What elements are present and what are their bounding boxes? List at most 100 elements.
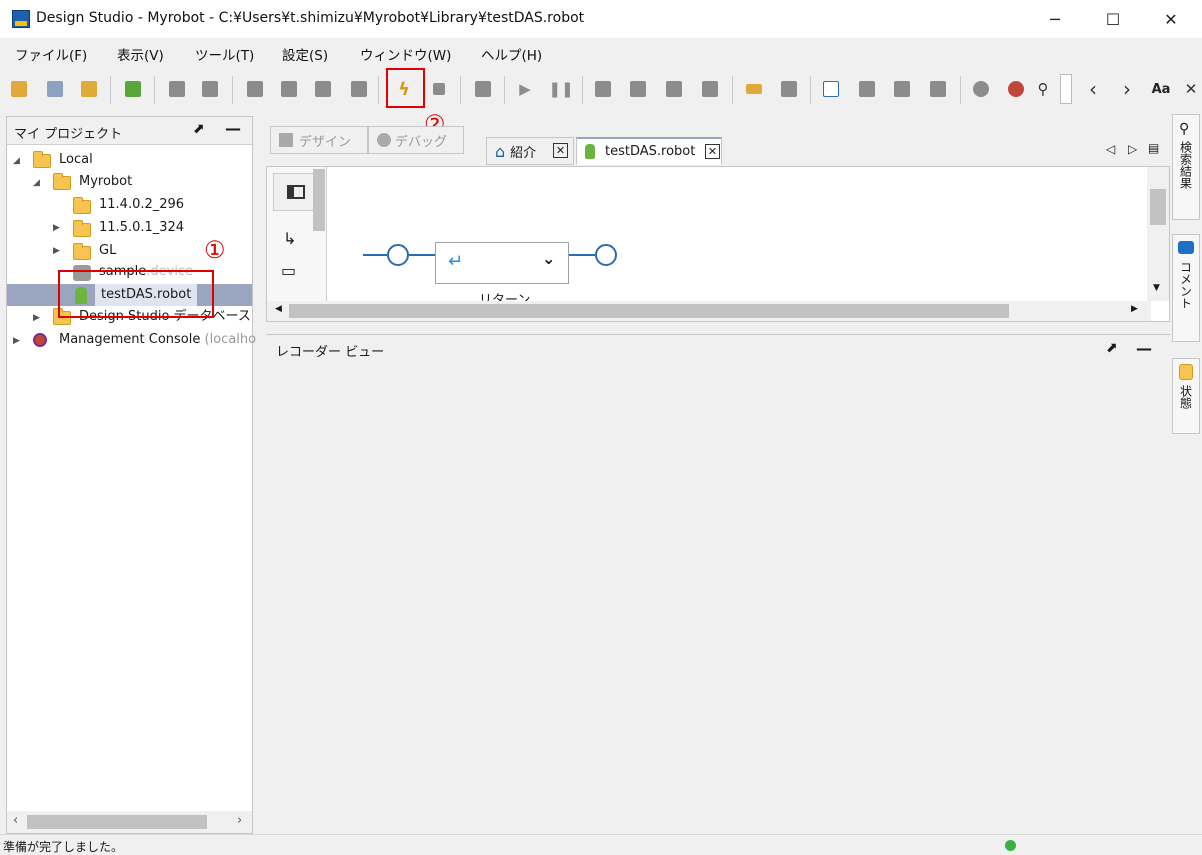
- detach-icon[interactable]: ⬈: [1106, 340, 1118, 356]
- minimize-panel-icon[interactable]: —: [1136, 339, 1152, 358]
- collapse-arrow-icon[interactable]: ▶: [53, 246, 60, 256]
- tab-design[interactable]: デザイン: [270, 126, 368, 154]
- scroll-thumb[interactable]: [1150, 189, 1166, 225]
- home-icon: ⌂: [495, 141, 506, 161]
- tab-list-icon[interactable]: ▤: [1148, 141, 1159, 155]
- tree-item-local[interactable]: Local: [59, 149, 93, 171]
- world-icon[interactable]: [1003, 76, 1029, 102]
- delete-icon[interactable]: [346, 76, 372, 102]
- expand-arrow-icon[interactable]: ◢: [33, 178, 40, 188]
- management-console-label: Management Console: [59, 332, 201, 347]
- tree-item-gl[interactable]: GL: [99, 240, 116, 262]
- tab-state[interactable]: 状態: [1172, 358, 1200, 434]
- undo-icon[interactable]: [164, 76, 190, 102]
- scroll-right-icon[interactable]: ▶: [1131, 304, 1138, 314]
- minimize-button[interactable]: ─: [1026, 0, 1084, 38]
- scroll-left-icon[interactable]: ◀: [275, 304, 282, 314]
- tab-search-results[interactable]: ⚲ 検索結果: [1172, 114, 1200, 220]
- menu-help[interactable]: ヘルプ(H): [481, 44, 542, 64]
- scroll-thumb[interactable]: [27, 815, 207, 829]
- recorder-title: レコーダー ビュー: [276, 345, 385, 360]
- copy-icon[interactable]: [242, 76, 268, 102]
- scroll-down-icon[interactable]: ▼: [1153, 283, 1160, 293]
- node-b-icon[interactable]: [925, 76, 951, 102]
- detach-icon[interactable]: ⬈: [193, 121, 205, 137]
- step-d-icon[interactable]: [697, 76, 723, 102]
- step-b-icon[interactable]: [625, 76, 651, 102]
- canvas-vertical-scrollbar[interactable]: ▼: [1147, 167, 1169, 301]
- open-icon[interactable]: [6, 76, 32, 102]
- end-node[interactable]: [595, 244, 617, 266]
- monitor-icon[interactable]: ▭: [281, 261, 296, 280]
- menu-view[interactable]: 表示(V): [117, 44, 164, 64]
- add-robot-icon[interactable]: [120, 76, 146, 102]
- menu-tools[interactable]: ツール(T): [195, 44, 254, 64]
- minimize-panel-icon[interactable]: —: [225, 119, 241, 138]
- tree-item-management-console[interactable]: Management Console (localho: [59, 329, 256, 351]
- redo-icon[interactable]: [197, 76, 223, 102]
- node-a-icon[interactable]: [889, 76, 915, 102]
- step-dropdown-icon[interactable]: ⌄: [542, 249, 555, 268]
- palette-scroll-thumb[interactable]: [313, 169, 325, 231]
- collapse-arrow-icon[interactable]: ▶: [13, 336, 20, 346]
- refresh-icon[interactable]: [76, 76, 102, 102]
- menu-settings[interactable]: 設定(S): [282, 44, 328, 64]
- next-button[interactable]: ›: [1114, 76, 1140, 102]
- close-button[interactable]: ✕: [1142, 0, 1200, 38]
- step-c-icon[interactable]: [661, 76, 687, 102]
- browse-icon[interactable]: [968, 76, 994, 102]
- close-tab-icon[interactable]: ✕: [705, 144, 720, 159]
- collapse-arrow-icon[interactable]: ▶: [53, 223, 60, 233]
- tab-debug[interactable]: デバッグ: [368, 126, 464, 154]
- comment-icon: [1178, 241, 1194, 254]
- panel-toggle-icon: [287, 185, 305, 199]
- return-step-box[interactable]: ↵ ⌄: [435, 242, 569, 284]
- collapse-arrow-icon[interactable]: ▶: [33, 313, 40, 323]
- branch-icon[interactable]: ↳: [283, 229, 296, 248]
- add-node-icon[interactable]: [818, 76, 844, 102]
- tab-next-icon[interactable]: ▷: [1128, 142, 1137, 156]
- tab-introduction[interactable]: ⌂ 紹介 ✕: [486, 137, 574, 165]
- search-icon: ⚲: [1179, 121, 1190, 137]
- pause-icon[interactable]: ❚❚: [548, 76, 574, 102]
- robot-icon: [585, 144, 595, 159]
- stop-icon[interactable]: [426, 76, 452, 102]
- run-icon[interactable]: ▶: [512, 76, 538, 102]
- remove-node-icon[interactable]: [854, 76, 880, 102]
- overflow-icon[interactable]: ✕: [1182, 76, 1200, 102]
- search-input[interactable]: [1060, 74, 1072, 104]
- palette-toggle-button[interactable]: [273, 173, 317, 211]
- recorder-header: レコーダー ビュー ⬈ —: [266, 334, 1170, 362]
- font-button[interactable]: Aa: [1148, 76, 1174, 102]
- toolbar-separator: [960, 76, 961, 104]
- start-node[interactable]: [387, 244, 409, 266]
- cut-icon[interactable]: [276, 76, 302, 102]
- scroll-left-icon[interactable]: ‹: [13, 813, 18, 828]
- scroll-right-icon[interactable]: ›: [237, 813, 242, 828]
- scroll-thumb[interactable]: [289, 304, 1009, 318]
- paste-icon[interactable]: [310, 76, 336, 102]
- recorder-view-panel: レコーダー ビュー ⬈ —: [266, 334, 1170, 834]
- tab-prev-icon[interactable]: ◁: [1106, 142, 1115, 156]
- tab-comments[interactable]: コメント: [1172, 234, 1200, 342]
- status-text: 準備が完了しました。: [3, 840, 124, 854]
- close-tab-icon[interactable]: ✕: [553, 143, 568, 158]
- save-all-icon[interactable]: [42, 76, 68, 102]
- tree-item-folder-2[interactable]: 11.5.0.1_324: [99, 217, 184, 239]
- maximize-button[interactable]: ☐: [1084, 0, 1142, 38]
- step-a-icon[interactable]: [590, 76, 616, 102]
- tree-item-folder-1[interactable]: 11.4.0.2_296: [99, 194, 184, 216]
- search-icon[interactable]: ⚲: [1030, 76, 1056, 102]
- expand-arrow-icon[interactable]: ◢: [13, 156, 20, 166]
- menu-file[interactable]: ファイル(F): [15, 44, 87, 64]
- tab-testdas-robot[interactable]: testDAS.robot ✕: [576, 137, 722, 165]
- tree-item-myrobot[interactable]: Myrobot: [79, 171, 132, 193]
- menu-window[interactable]: ウィンドウ(W): [360, 44, 451, 64]
- left-horizontal-scrollbar[interactable]: ‹ ›: [7, 811, 252, 833]
- highlight-box-2: [386, 68, 425, 108]
- canvas-horizontal-scrollbar[interactable]: ◀ ▶: [267, 301, 1151, 321]
- step-icon[interactable]: [470, 76, 496, 102]
- select-icon[interactable]: [776, 76, 802, 102]
- prev-button[interactable]: ‹: [1080, 76, 1106, 102]
- tag-icon[interactable]: [741, 76, 767, 102]
